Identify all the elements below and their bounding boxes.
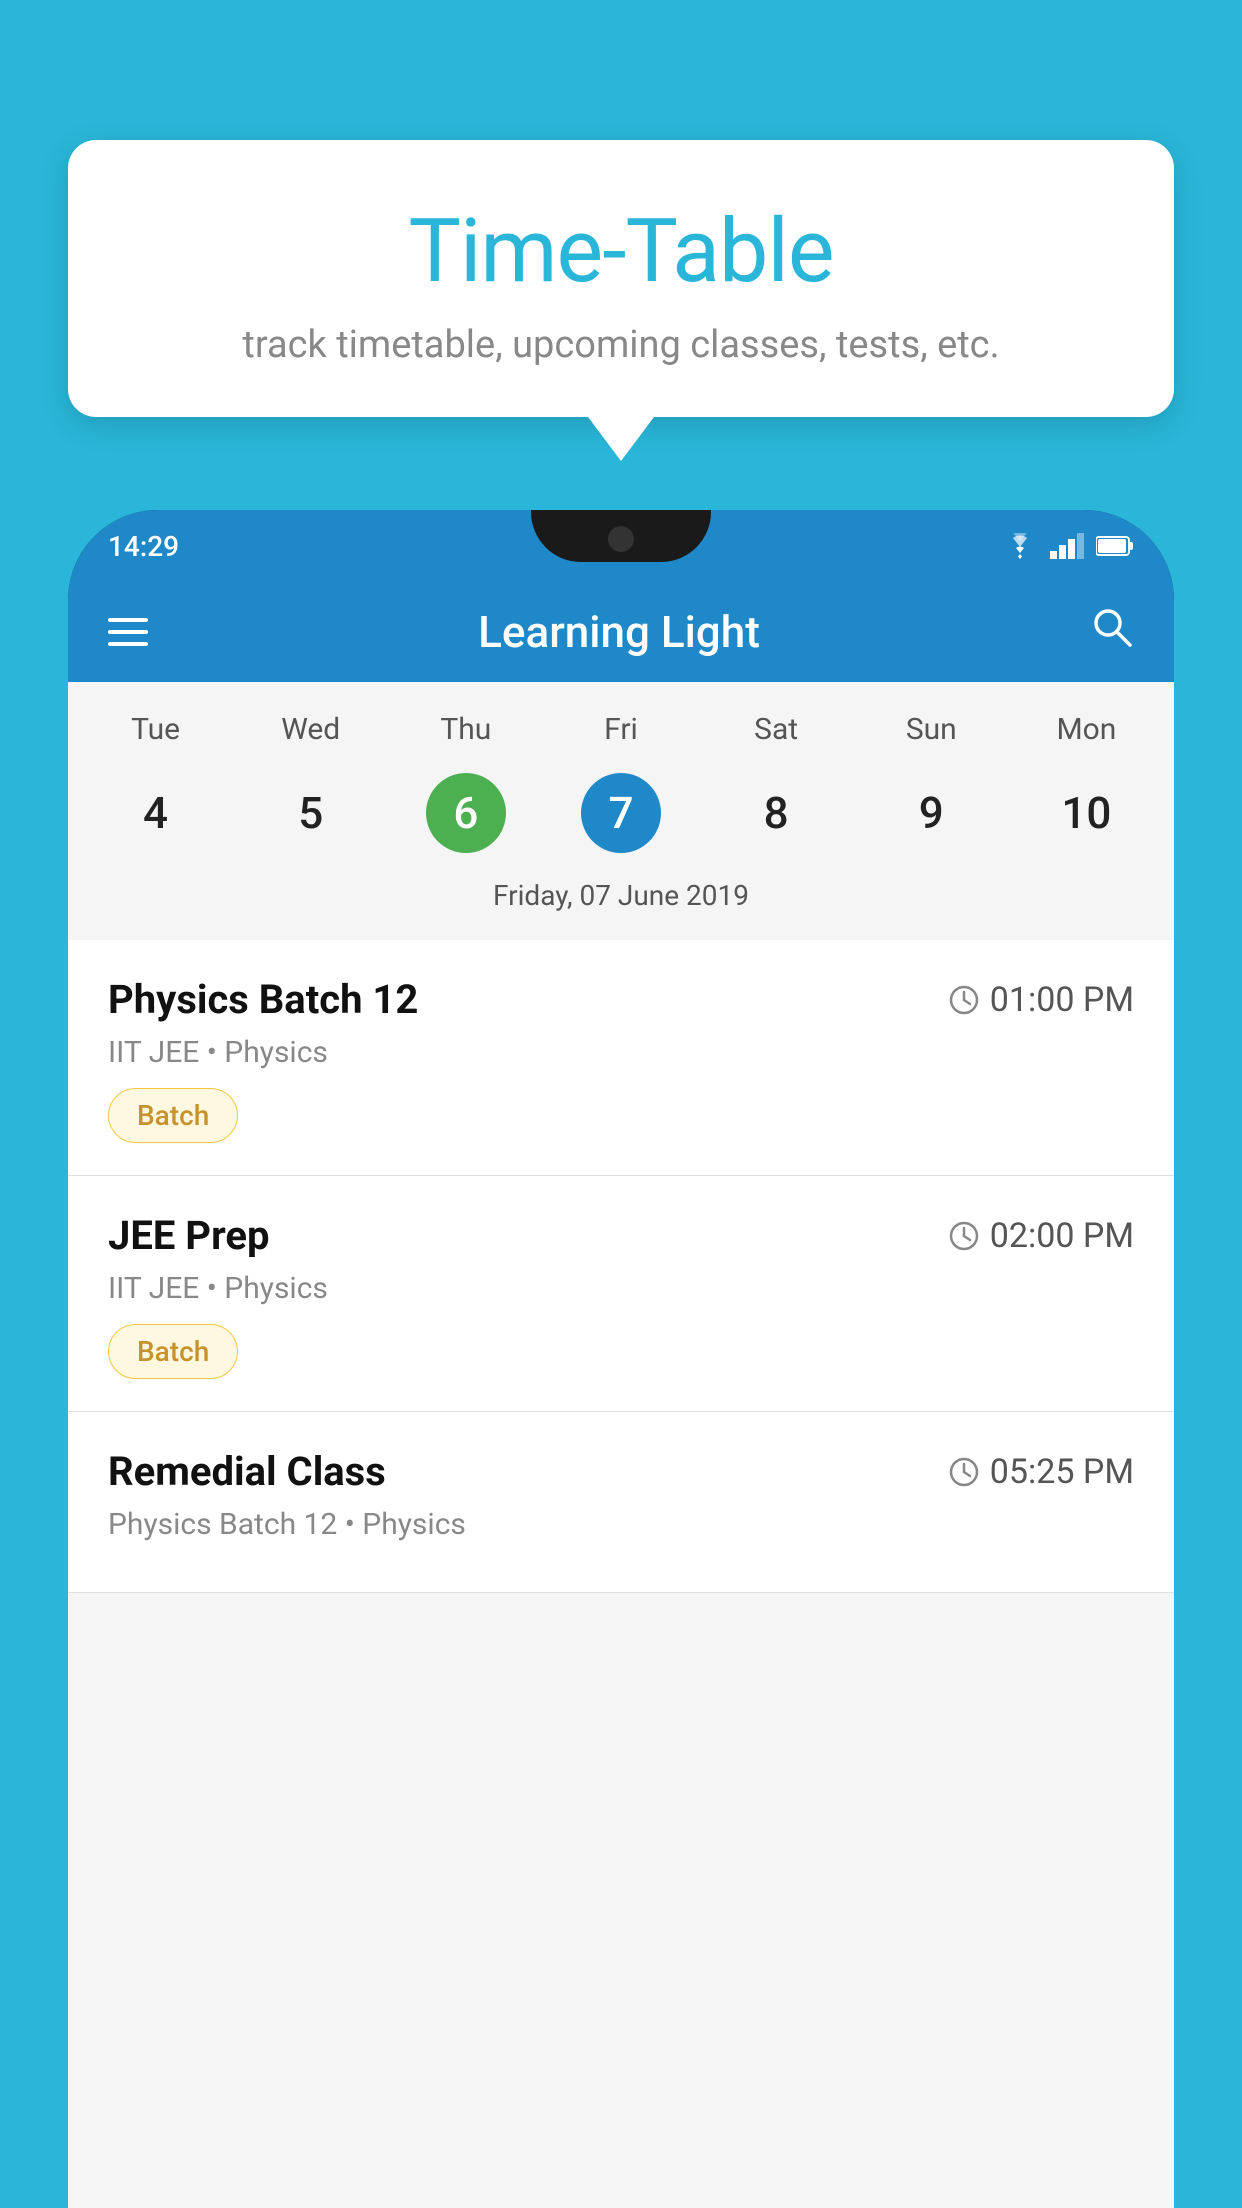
schedule-title-2: JEE Prep [108,1212,269,1259]
search-button[interactable] [1090,605,1134,660]
app-title: Learning Light [478,606,760,658]
day-label-wed: Wed [233,702,388,757]
calendar-dates: 4 5 6 7 8 9 10 [68,761,1174,865]
tooltip-subtitle: track timetable, upcoming classes, tests… [118,323,1124,367]
status-bar: 14:29 [68,510,1174,582]
clock-icon-3 [948,1456,980,1488]
battery-icon [1096,535,1134,557]
schedule-time-3: 05:25 PM [948,1452,1134,1492]
signal-icon [1050,533,1084,559]
calendar-date-7[interactable]: 7 [543,761,698,865]
calendar-section: Tue Wed Thu Fri Sat Sun Mon 4 5 6 7 8 9 … [68,682,1174,940]
schedule-title-1: Physics Batch 12 [108,976,418,1023]
day-label-thu: Thu [388,702,543,757]
schedule-time-1: 01:00 PM [948,980,1134,1020]
clock-icon-1 [948,984,980,1016]
schedule-subtitle-3: Physics Batch 12 • Physics [108,1507,1134,1542]
schedule-item-jee-prep[interactable]: JEE Prep 02:00 PM IIT JEE • Physics Batc… [68,1176,1174,1412]
tooltip-title: Time-Table [118,200,1124,303]
tooltip-card: Time-Table track timetable, upcoming cla… [68,140,1174,417]
schedule-item-remedial-class[interactable]: Remedial Class 05:25 PM Physics Batch 12… [68,1412,1174,1593]
calendar-date-10[interactable]: 10 [1009,761,1164,865]
calendar-date-4[interactable]: 4 [78,761,233,865]
time-text-3: 05:25 PM [990,1452,1134,1492]
menu-button[interactable] [108,618,148,646]
day-label-sun: Sun [854,702,1009,757]
app-toolbar: Learning Light [68,582,1174,682]
status-icons [1002,533,1134,559]
batch-badge-1: Batch [108,1088,238,1143]
schedule-item-physics-batch-12[interactable]: Physics Batch 12 01:00 PM IIT JEE • Phys… [68,940,1174,1176]
clock-icon-2 [948,1220,980,1252]
status-time: 14:29 [108,530,179,563]
calendar-date-9[interactable]: 9 [854,761,1009,865]
schedule-item-header-2: JEE Prep 02:00 PM [108,1212,1134,1259]
calendar-date-6[interactable]: 6 [388,761,543,865]
camera-dot [608,526,634,552]
phone-screen: Tue Wed Thu Fri Sat Sun Mon 4 5 6 7 8 9 … [68,682,1174,2208]
day-label-mon: Mon [1009,702,1164,757]
calendar-date-5[interactable]: 5 [233,761,388,865]
phone-frame: 14:29 [68,510,1174,2208]
time-text-2: 02:00 PM [990,1216,1134,1256]
schedule-subtitle-2: IIT JEE • Physics [108,1271,1134,1306]
selected-date-label: Friday, 07 June 2019 [68,865,1174,930]
calendar-days-header: Tue Wed Thu Fri Sat Sun Mon [68,702,1174,757]
schedule-title-3: Remedial Class [108,1448,386,1495]
day-label-fri: Fri [543,702,698,757]
day-label-sat: Sat [699,702,854,757]
schedule-subtitle-1: IIT JEE • Physics [108,1035,1134,1070]
calendar-date-8[interactable]: 8 [699,761,854,865]
wifi-icon [1002,533,1038,559]
schedule-list: Physics Batch 12 01:00 PM IIT JEE • Phys… [68,940,1174,1593]
time-text-1: 01:00 PM [990,980,1134,1020]
schedule-item-header-1: Physics Batch 12 01:00 PM [108,976,1134,1023]
schedule-item-header-3: Remedial Class 05:25 PM [108,1448,1134,1495]
schedule-time-2: 02:00 PM [948,1216,1134,1256]
day-label-tue: Tue [78,702,233,757]
batch-badge-2: Batch [108,1324,238,1379]
